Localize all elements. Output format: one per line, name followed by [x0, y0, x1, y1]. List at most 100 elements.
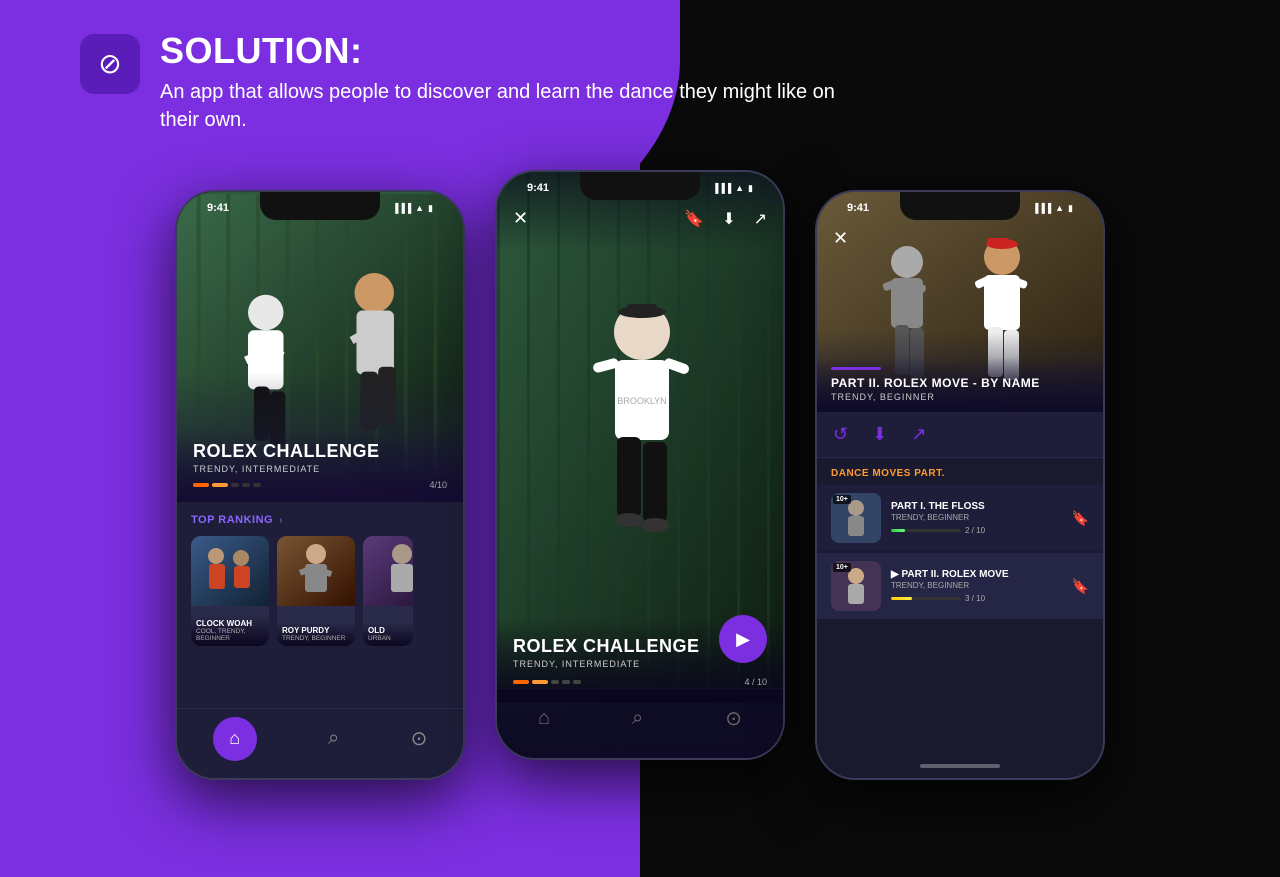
part-2-info: ▶ PART II. ROLEX MOVE TRENDY, BEGINNER 3…	[891, 569, 1062, 603]
phone2-status-icons: ▐▐▐ ▲ ▮	[712, 183, 753, 194]
section-label: DANCE MOVES PART.	[817, 458, 1103, 485]
card-1-sub: COOL, TRENDY, BEGINNER	[196, 628, 264, 642]
card-3-image	[363, 536, 413, 606]
solution-title: SOLUTION:	[160, 30, 860, 72]
rank-card-3[interactable]: OLD URBAN	[363, 536, 413, 646]
phone1-content: 9:41 ▐▐▐ ▲ ▮	[177, 192, 463, 778]
dance-tags-1: TRENDY, INTERMEDIATE	[193, 464, 447, 474]
card-2-image	[277, 536, 355, 606]
profile-icon: ⊙	[411, 726, 428, 751]
ranking-header[interactable]: TOP RANKING ›	[191, 514, 449, 526]
replay-button[interactable]: ↺	[833, 424, 848, 445]
progress-label-1: 4/10	[429, 480, 447, 490]
battery-icon-2: ▮	[748, 183, 753, 194]
phone2-status-bar: 9:41 ▐▐▐ ▲ ▮	[517, 182, 763, 194]
phone3-actions: ↺ ⬇ ↗	[817, 412, 1103, 458]
phones-container: 9:41 ▐▐▐ ▲ ▮	[55, 190, 1225, 780]
phone1-hero: ROLEX CHALLENGE TRENDY, INTERMEDIATE 4/1…	[177, 192, 463, 502]
card-2-overlay: ROY PURDY TRENDY, BEGINNER	[277, 622, 355, 646]
header-text: SOLUTION: An app that allows people to d…	[160, 30, 860, 134]
logo-icon: ⊘	[98, 50, 121, 78]
phone3-hero: ✕ PART II. ROLEX MOVE - BY NAME TRENDY, …	[817, 192, 1103, 412]
wifi-icon-2: ▲	[735, 183, 744, 193]
svg-text:BROOKLYN: BROOKLYN	[617, 396, 666, 406]
part-2-progress-label: 3 / 10	[965, 594, 985, 603]
phone3-time: 9:41	[847, 202, 869, 214]
close-button-2[interactable]: ✕	[513, 208, 528, 229]
card-1-image	[191, 536, 269, 606]
card-1-overlay: CLOCK WOAH COOL, TRENDY, BEGINNER	[191, 615, 269, 646]
rank-card-2[interactable]: ROY PURDY TRENDY, BEGINNER	[277, 536, 355, 646]
phone1-status-icons: ▐▐▐ ▲ ▮	[392, 203, 433, 214]
progress-row-1: 4/10	[193, 480, 447, 490]
phone-2: BROOKLYN	[495, 170, 785, 760]
solution-description: An app that allows people to discover an…	[160, 78, 860, 134]
ranking-section: TOP RANKING ›	[177, 502, 463, 658]
part-2-progress: 3 / 10	[891, 594, 1062, 603]
card-3-sub: URBAN	[368, 635, 408, 642]
nav-profile[interactable]: ⊙	[411, 726, 428, 751]
signal-icon-3: ▐▐▐	[1032, 203, 1051, 213]
part-2-badge: 10+	[833, 563, 851, 572]
share-button-3[interactable]: ↗	[911, 424, 926, 445]
search-icon: ⌕	[328, 727, 339, 750]
play-button[interactable]: ▶	[719, 615, 767, 663]
part-2-thumb: 10+	[831, 561, 881, 611]
close-button-3[interactable]: ✕	[833, 228, 848, 249]
phone1-dance-info: ROLEX CHALLENGE TRENDY, INTERMEDIATE 4/1…	[177, 429, 463, 502]
part-1-progress-label: 2 / 10	[965, 526, 985, 535]
rank-card-1[interactable]: CLOCK WOAH COOL, TRENDY, BEGINNER	[191, 536, 269, 646]
phone2-time: 9:41	[527, 182, 549, 194]
phone1-time: 9:41	[207, 202, 229, 214]
dance-part-2[interactable]: 10+ ▶ PART II. ROLEX MOVE TRENDY, BEGINN…	[817, 553, 1103, 619]
part-1-subtitle: TRENDY, BEGINNER	[891, 513, 1062, 522]
hero-dance-tags: TRENDY, BEGINNER	[831, 392, 1089, 402]
download-button-3[interactable]: ⬇	[872, 424, 887, 445]
signal-icon-2: ▐▐▐	[712, 183, 731, 193]
home-indicator	[920, 764, 1000, 768]
nav-search-2[interactable]: ⌕	[632, 707, 643, 730]
home-button[interactable]: ⌂	[213, 717, 257, 761]
part-2-title: ▶ PART II. ROLEX MOVE	[891, 569, 1062, 580]
dance-part-1[interactable]: 10+ PART I. THE FLOSS TRENDY, BEGINNER 2…	[817, 485, 1103, 551]
phone2-top-controls: ✕ 🔖 ⬇ ↗	[513, 208, 767, 229]
battery-icon: ▮	[428, 203, 433, 214]
phone3-dance-info: PART II. ROLEX MOVE - BY NAME TRENDY, BE…	[817, 357, 1103, 412]
part-1-info: PART I. THE FLOSS TRENDY, BEGINNER 2 / 1…	[891, 501, 1062, 535]
share-button-2[interactable]: ↗	[754, 209, 767, 229]
nav-profile-2[interactable]: ⊙	[725, 706, 742, 731]
nav-search[interactable]: ⌕	[328, 727, 339, 750]
bookmark-part-2[interactable]: 🔖	[1072, 578, 1089, 595]
wifi-icon: ▲	[415, 203, 424, 213]
hero-dance-title: PART II. ROLEX MOVE - BY NAME	[831, 376, 1089, 390]
phone3-status-bar: 9:41 ▐▐▐ ▲ ▮	[837, 202, 1083, 214]
battery-icon-3: ▮	[1068, 203, 1073, 214]
part-2-bar	[891, 597, 961, 600]
part-1-progress: 2 / 10	[891, 526, 1062, 535]
nav-home[interactable]: ⌂	[213, 717, 257, 761]
nav-home-2[interactable]: ⌂	[538, 707, 550, 730]
phone3-content: 9:41 ▐▐▐ ▲ ▮	[817, 192, 1103, 778]
phone1-bottom-nav: ⌂ ⌕ ⊙	[177, 708, 463, 778]
dance-tags-2: TRENDY, INTERMEDIATE	[513, 659, 767, 669]
download-button-2[interactable]: ⬇	[722, 209, 735, 229]
wifi-icon-3: ▲	[1055, 203, 1064, 213]
progress-row-2: 4 / 10	[513, 677, 767, 687]
bookmark-part-1[interactable]: 🔖	[1072, 510, 1089, 527]
card-2-sub: TRENDY, BEGINNER	[282, 635, 350, 642]
part-1-bar	[891, 529, 961, 532]
card-3-title: OLD	[368, 626, 408, 635]
action-buttons: 🔖 ⬇ ↗	[684, 209, 767, 229]
ranking-arrow: ›	[279, 515, 282, 526]
part-1-title: PART I. THE FLOSS	[891, 501, 1062, 512]
logo-box: ⊘	[80, 34, 140, 94]
card-1-title: CLOCK WOAH	[196, 619, 264, 628]
bookmark-button-2[interactable]: 🔖	[684, 209, 704, 229]
play-icon: ▶	[736, 629, 750, 650]
ranking-cards: CLOCK WOAH COOL, TRENDY, BEGINNER	[191, 536, 449, 646]
accent-line	[831, 367, 881, 370]
phone-3: 9:41 ▐▐▐ ▲ ▮	[815, 190, 1105, 780]
home-icon: ⌂	[229, 728, 240, 749]
card-3-overlay: OLD URBAN	[363, 622, 413, 646]
header: ⊘ SOLUTION: An app that allows people to…	[80, 30, 860, 134]
